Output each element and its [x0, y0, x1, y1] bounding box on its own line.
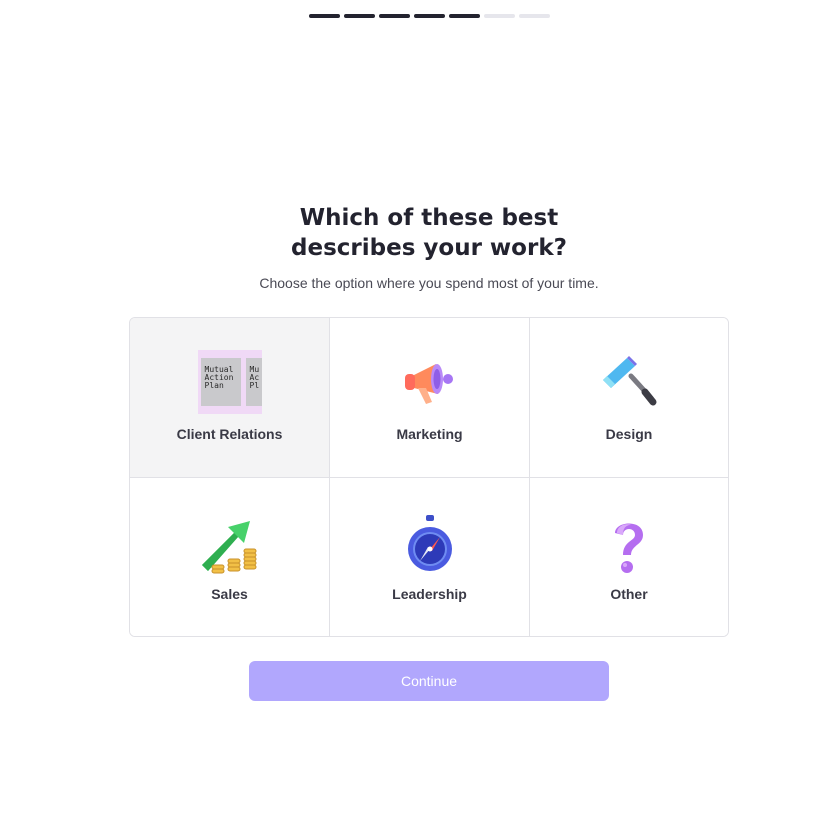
progress-step: [484, 14, 515, 18]
work-type-options: Mutual Action Plan Mu Ac Pl Client Relat…: [129, 317, 729, 637]
question-mark-icon: [615, 523, 643, 573]
thumbnail-card: Mutual Action Plan: [200, 358, 241, 406]
progress-step: [414, 14, 445, 18]
option-client-relations[interactable]: Mutual Action Plan Mu Ac Pl Client Relat…: [130, 318, 330, 478]
mutual-action-plan-thumbnail: Mutual Action Plan Mu Ac Pl: [197, 350, 262, 414]
option-label: Other: [610, 586, 648, 602]
page-title-line-1: Which of these best: [299, 205, 559, 231]
progress-step: [449, 14, 480, 18]
continue-button[interactable]: Continue: [249, 661, 609, 701]
progress-step: [519, 14, 550, 18]
option-sales[interactable]: Sales: [130, 478, 330, 636]
page-subtitle: Choose the option where you spend most o…: [259, 275, 599, 291]
compass-icon: [407, 515, 452, 571]
option-label: Leadership: [392, 586, 467, 602]
page-title-line-2: describes your work?: [291, 235, 567, 261]
option-label: Sales: [211, 586, 248, 602]
option-label: Marketing: [396, 426, 463, 442]
thumbnail-card: Mu Ac Pl: [245, 358, 262, 406]
option-other[interactable]: Other: [530, 478, 728, 636]
progress-step: [309, 14, 340, 18]
option-label: Design: [605, 426, 653, 442]
progress-step: [379, 14, 410, 18]
megaphone-icon: [404, 364, 453, 404]
option-marketing[interactable]: Marketing: [330, 318, 530, 478]
progress-steps: [309, 14, 550, 18]
thumbnail-text: Plan: [204, 381, 224, 390]
page-title: Which of these best describes your work?: [0, 203, 834, 263]
paint-roller-icon: [603, 356, 657, 406]
option-label: Client Relations: [176, 426, 283, 442]
growth-chart-coins-icon: [201, 521, 256, 574]
progress-step: [344, 14, 375, 18]
option-design[interactable]: Design: [530, 318, 728, 478]
option-leadership[interactable]: Leadership: [330, 478, 530, 636]
